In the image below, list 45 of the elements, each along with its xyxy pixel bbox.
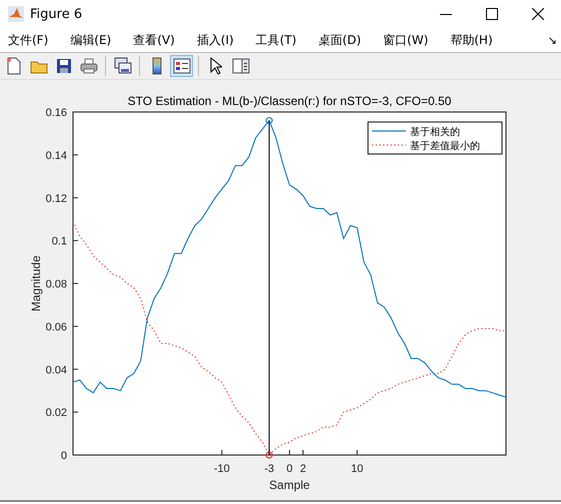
legend-label: 基于相关的 <box>410 127 460 138</box>
window-title: Figure 6 <box>30 6 84 22</box>
property-panel-icon <box>232 58 250 74</box>
tick-label: 0.08 <box>46 278 67 290</box>
tick-label: 0.06 <box>46 321 67 334</box>
menu-item[interactable]: 编辑(E) <box>66 30 116 50</box>
tick-label: 0.02 <box>46 407 67 420</box>
save-icon <box>56 58 72 74</box>
pointer-icon <box>210 57 222 75</box>
menu-item[interactable]: 窗口(W) <box>379 30 432 50</box>
legend-icon <box>172 58 190 74</box>
menu-item[interactable]: 桌面(D) <box>314 30 366 50</box>
legend-label: 基于差值最小的 <box>410 141 480 152</box>
menu-item[interactable]: 工具(T) <box>252 30 300 50</box>
toolbar-button[interactable] <box>170 55 193 77</box>
print-icon <box>80 58 98 74</box>
legend-line-icon <box>372 130 406 132</box>
new-file-icon <box>6 57 22 75</box>
tick-label: -10 <box>214 463 230 475</box>
tick-label: 10 <box>351 463 364 475</box>
tick-label: -3 <box>264 463 274 475</box>
close-icon <box>532 8 544 20</box>
tick-label: 0 <box>60 450 67 462</box>
menu-item[interactable]: 插入(I) <box>192 30 238 50</box>
axis-title: Magnitude <box>29 255 43 312</box>
axis-title: Sample <box>269 478 310 492</box>
menu-item[interactable]: 查看(V) <box>129 30 179 50</box>
tick-label: 2 <box>300 463 306 475</box>
linked-windows-icon <box>114 57 132 75</box>
menu-item[interactable]: 帮助(H) <box>446 30 497 50</box>
chart-title: STO Estimation - ML(b-)/Classen(r:) for nSTO=-3, CFO=0.50 <box>128 94 452 108</box>
menu-item[interactable]: 文件(F) <box>4 30 52 50</box>
maximize-icon <box>486 8 498 20</box>
dock-arrow[interactable]: ↘ <box>548 34 557 46</box>
tick-label: 0 <box>286 463 293 475</box>
tick-label: 0.04 <box>46 364 67 376</box>
tick-label: 0.16 <box>46 107 67 119</box>
tick-label: 0.14 <box>46 150 67 162</box>
peak-marker <box>266 452 273 458</box>
tick-label: 0.12 <box>46 192 67 205</box>
tick-label: 0.1 <box>52 236 67 248</box>
colorbar-icon <box>152 57 162 75</box>
app-icon <box>8 6 24 22</box>
peak-marker <box>266 117 273 124</box>
legend-line-icon <box>372 144 406 146</box>
